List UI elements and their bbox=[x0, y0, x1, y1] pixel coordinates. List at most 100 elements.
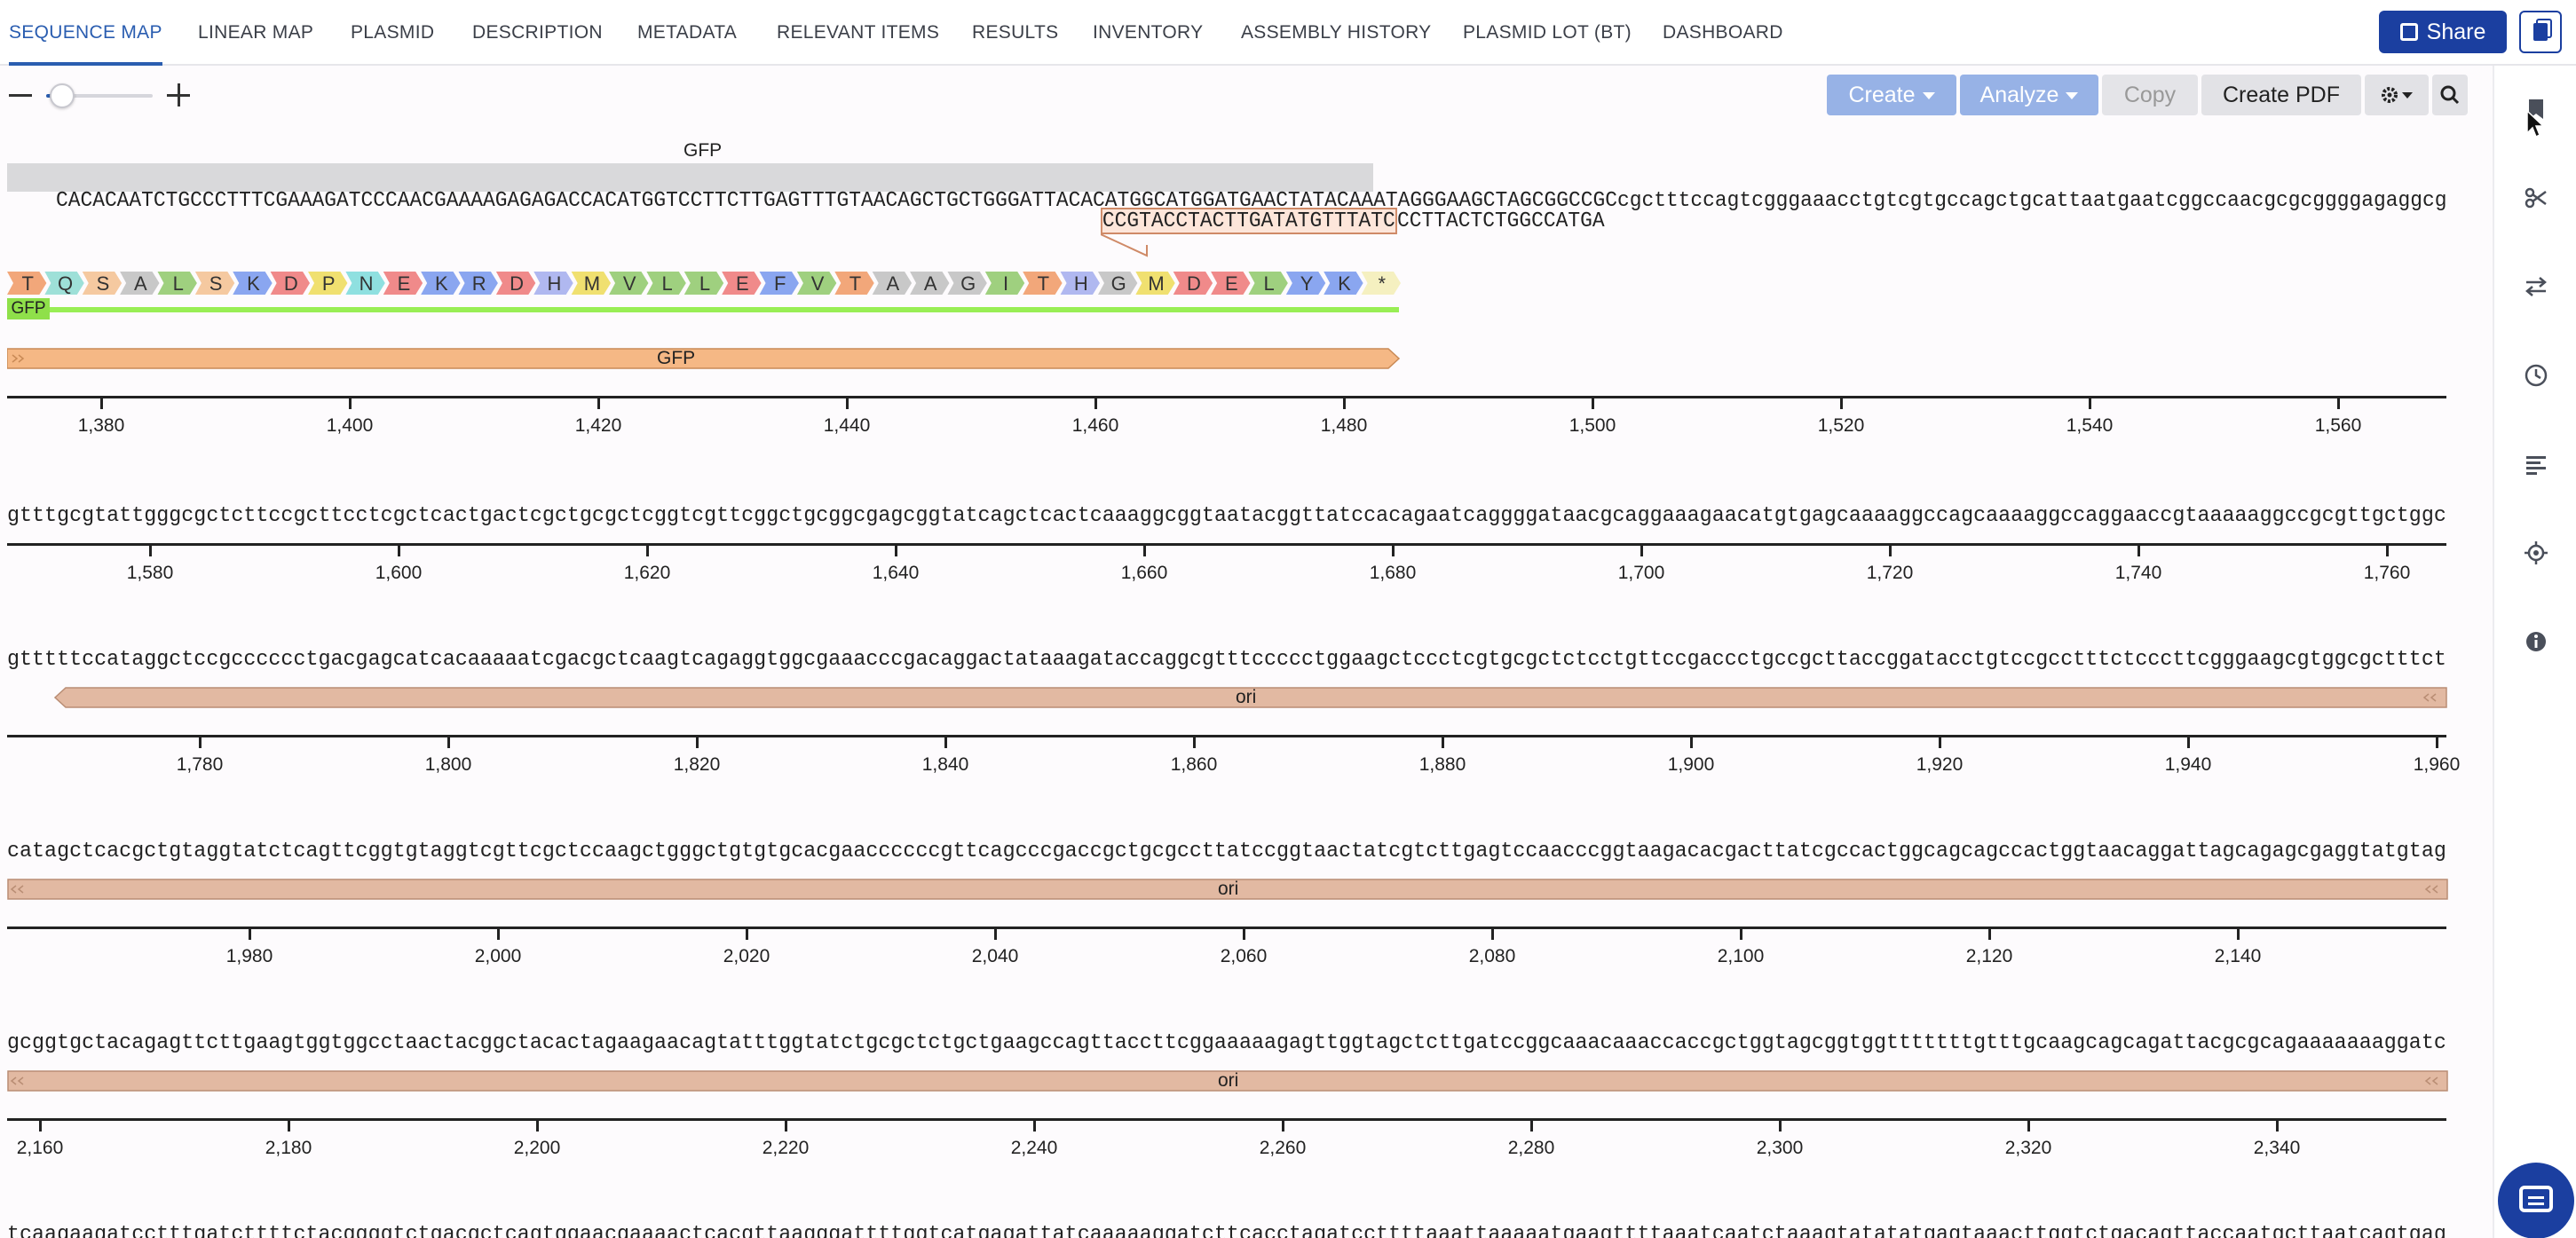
ruler-tick bbox=[1392, 546, 1395, 556]
svg-text:S: S bbox=[209, 272, 223, 295]
svg-text:D: D bbox=[284, 272, 298, 295]
tab-sequence-map[interactable]: SEQUENCE MAP bbox=[9, 0, 162, 66]
tab-metadata[interactable]: METADATA bbox=[637, 0, 737, 66]
amino-acid-L[interactable]: L bbox=[646, 272, 686, 295]
swap-icon[interactable] bbox=[2523, 273, 2549, 300]
svg-text:S: S bbox=[97, 272, 110, 295]
amino-acid-T[interactable]: T bbox=[7, 272, 47, 295]
amino-acid-I[interactable]: I bbox=[984, 272, 1025, 295]
amino-acid-S[interactable]: S bbox=[82, 272, 122, 295]
amino-acid-V[interactable]: V bbox=[796, 272, 837, 295]
ruler-tick-label: 2,220 bbox=[762, 1138, 810, 1158]
amino-acid-K[interactable]: K bbox=[233, 272, 273, 295]
sequence-row-4[interactable]: catagctcacgctgtaggtatctcagttcggtgtaggtcg… bbox=[7, 840, 2446, 863]
tab-description[interactable]: DESCRIPTION bbox=[472, 0, 603, 66]
amino-acid-R[interactable]: R bbox=[458, 272, 498, 295]
amino-acid-L[interactable]: L bbox=[157, 272, 197, 295]
ruler-tick bbox=[447, 737, 450, 748]
svg-text:V: V bbox=[623, 272, 636, 295]
zoom-slider[interactable] bbox=[46, 83, 153, 108]
search-button[interactable] bbox=[2432, 75, 2468, 115]
ori-feature-label: ori bbox=[1218, 1070, 1239, 1091]
ruler-tick-label: 1,760 bbox=[2363, 563, 2411, 583]
amino-acid-D[interactable]: D bbox=[270, 272, 311, 295]
svg-text:L: L bbox=[1264, 272, 1275, 295]
tab-dashboard[interactable]: DASHBOARD bbox=[1663, 0, 1783, 66]
ruler-axis bbox=[7, 1118, 2446, 1121]
copy-button[interactable]: Copy bbox=[2102, 75, 2198, 115]
amino-acid-F[interactable]: F bbox=[759, 272, 799, 295]
tab-linear-map[interactable]: LINEAR MAP bbox=[198, 0, 313, 66]
tab-plasmid-lot[interactable]: PLASMID LOT (BT) bbox=[1463, 0, 1632, 66]
ruler-tick bbox=[1740, 929, 1742, 940]
amino-acid-T[interactable]: T bbox=[834, 272, 874, 295]
ruler-tick bbox=[1282, 1121, 1284, 1132]
amino-acid-A[interactable]: A bbox=[872, 272, 913, 295]
amino-acid-N[interactable]: N bbox=[345, 272, 385, 295]
tab-relevant-items[interactable]: RELEVANT ITEMS bbox=[777, 0, 939, 66]
zoom-in-button[interactable] bbox=[167, 83, 190, 106]
svg-text:H: H bbox=[1074, 272, 1088, 295]
amino-acid-H[interactable]: H bbox=[533, 272, 573, 295]
sequence-row-2[interactable]: gtttgcgtattgggcgctcttccgcttcctcgctcactga… bbox=[7, 504, 2446, 528]
history-icon[interactable] bbox=[2523, 362, 2549, 389]
create-pdf-button[interactable]: Create PDF bbox=[2201, 75, 2361, 115]
amino-acid-K[interactable]: K bbox=[421, 272, 461, 295]
copy-icon bbox=[2533, 23, 2548, 41]
amino-acid-D[interactable]: D bbox=[495, 272, 536, 295]
sequence-row-6[interactable]: tcaagaagatcctttgatcttttctacggggtctgacgct… bbox=[7, 1223, 2446, 1238]
target-icon[interactable] bbox=[2523, 540, 2549, 566]
amino-acid-E[interactable]: E bbox=[1211, 272, 1251, 295]
amino-acid-G[interactable]: G bbox=[1097, 272, 1138, 295]
share-button[interactable]: Share bbox=[2379, 11, 2507, 53]
analyze-dropdown[interactable]: Analyze bbox=[1960, 75, 2098, 115]
ruler-tick-label: 2,340 bbox=[2253, 1138, 2301, 1158]
primer-box[interactable]: CCGTACCTACTTGATATGTTTATC bbox=[1101, 208, 1397, 234]
amino-acid-M[interactable]: M bbox=[571, 272, 612, 295]
align-icon[interactable] bbox=[2523, 451, 2549, 477]
svg-text:E: E bbox=[1225, 272, 1238, 295]
svg-text:Y: Y bbox=[1300, 272, 1314, 295]
create-dropdown[interactable]: Create bbox=[1827, 75, 1956, 115]
zoom-out-button[interactable] bbox=[9, 94, 32, 97]
scissors-icon[interactable] bbox=[2523, 185, 2549, 211]
tab-plasmid[interactable]: PLASMID bbox=[351, 0, 434, 66]
amino-acid-K[interactable]: K bbox=[1324, 272, 1363, 295]
gfp-feature-arrow[interactable] bbox=[7, 348, 1401, 369]
amino-acid-D[interactable]: D bbox=[1173, 272, 1213, 295]
chat-support-button[interactable] bbox=[2498, 1163, 2574, 1238]
amino-acid-T[interactable]: T bbox=[1023, 272, 1063, 295]
settings-dropdown[interactable] bbox=[2365, 75, 2429, 115]
sequence-row-5[interactable]: gcggtgctacagagttcttgaagtggtggcctaactacgg… bbox=[7, 1031, 2446, 1055]
amino-acid-Y[interactable]: Y bbox=[1285, 272, 1326, 295]
amino-acid-A[interactable]: A bbox=[120, 272, 160, 295]
svg-text:E: E bbox=[398, 272, 411, 295]
sequence-row-3[interactable]: gtttttccataggctccgcccccctgacgagcatcacaaa… bbox=[7, 648, 2446, 672]
amino-acid-stop[interactable]: * bbox=[1361, 272, 1401, 295]
amino-acid-S[interactable]: S bbox=[194, 272, 235, 295]
ruler-axis bbox=[7, 396, 2446, 398]
create-label: Create bbox=[1848, 83, 1916, 107]
tab-results[interactable]: RESULTS bbox=[972, 0, 1058, 66]
amino-acid-L[interactable]: L bbox=[684, 272, 724, 295]
info-icon[interactable] bbox=[2523, 628, 2549, 655]
amino-acid-H[interactable]: H bbox=[1060, 272, 1100, 295]
zoom-slider-handle[interactable] bbox=[50, 83, 75, 108]
amino-acid-V[interactable]: V bbox=[609, 272, 649, 295]
amino-acid-A[interactable]: A bbox=[910, 272, 950, 295]
amino-acid-M[interactable]: M bbox=[1135, 272, 1175, 295]
amino-acid-L[interactable]: L bbox=[1248, 272, 1288, 295]
ruler-tick-label: 1,920 bbox=[1916, 754, 1964, 775]
amino-acid-E[interactable]: E bbox=[722, 272, 762, 295]
amino-acid-E[interactable]: E bbox=[383, 272, 423, 295]
amino-acid-P[interactable]: P bbox=[308, 272, 348, 295]
ruler-tick bbox=[349, 398, 352, 409]
amino-acid-G[interactable]: G bbox=[947, 272, 987, 295]
tab-inventory[interactable]: INVENTORY bbox=[1093, 0, 1203, 66]
translation-track[interactable]: T Q S A L S K D P N E K R D H M V L L E F V T A A G I T H G M D E L Y K * bbox=[7, 270, 1406, 296]
copy-icon-button[interactable] bbox=[2519, 11, 2562, 53]
svg-text:I: I bbox=[1003, 272, 1008, 295]
tab-assembly-history[interactable]: ASSEMBLY HISTORY bbox=[1241, 0, 1432, 66]
ruler-tick-label: 1,740 bbox=[2114, 563, 2162, 583]
amino-acid-Q[interactable]: Q bbox=[44, 272, 84, 295]
